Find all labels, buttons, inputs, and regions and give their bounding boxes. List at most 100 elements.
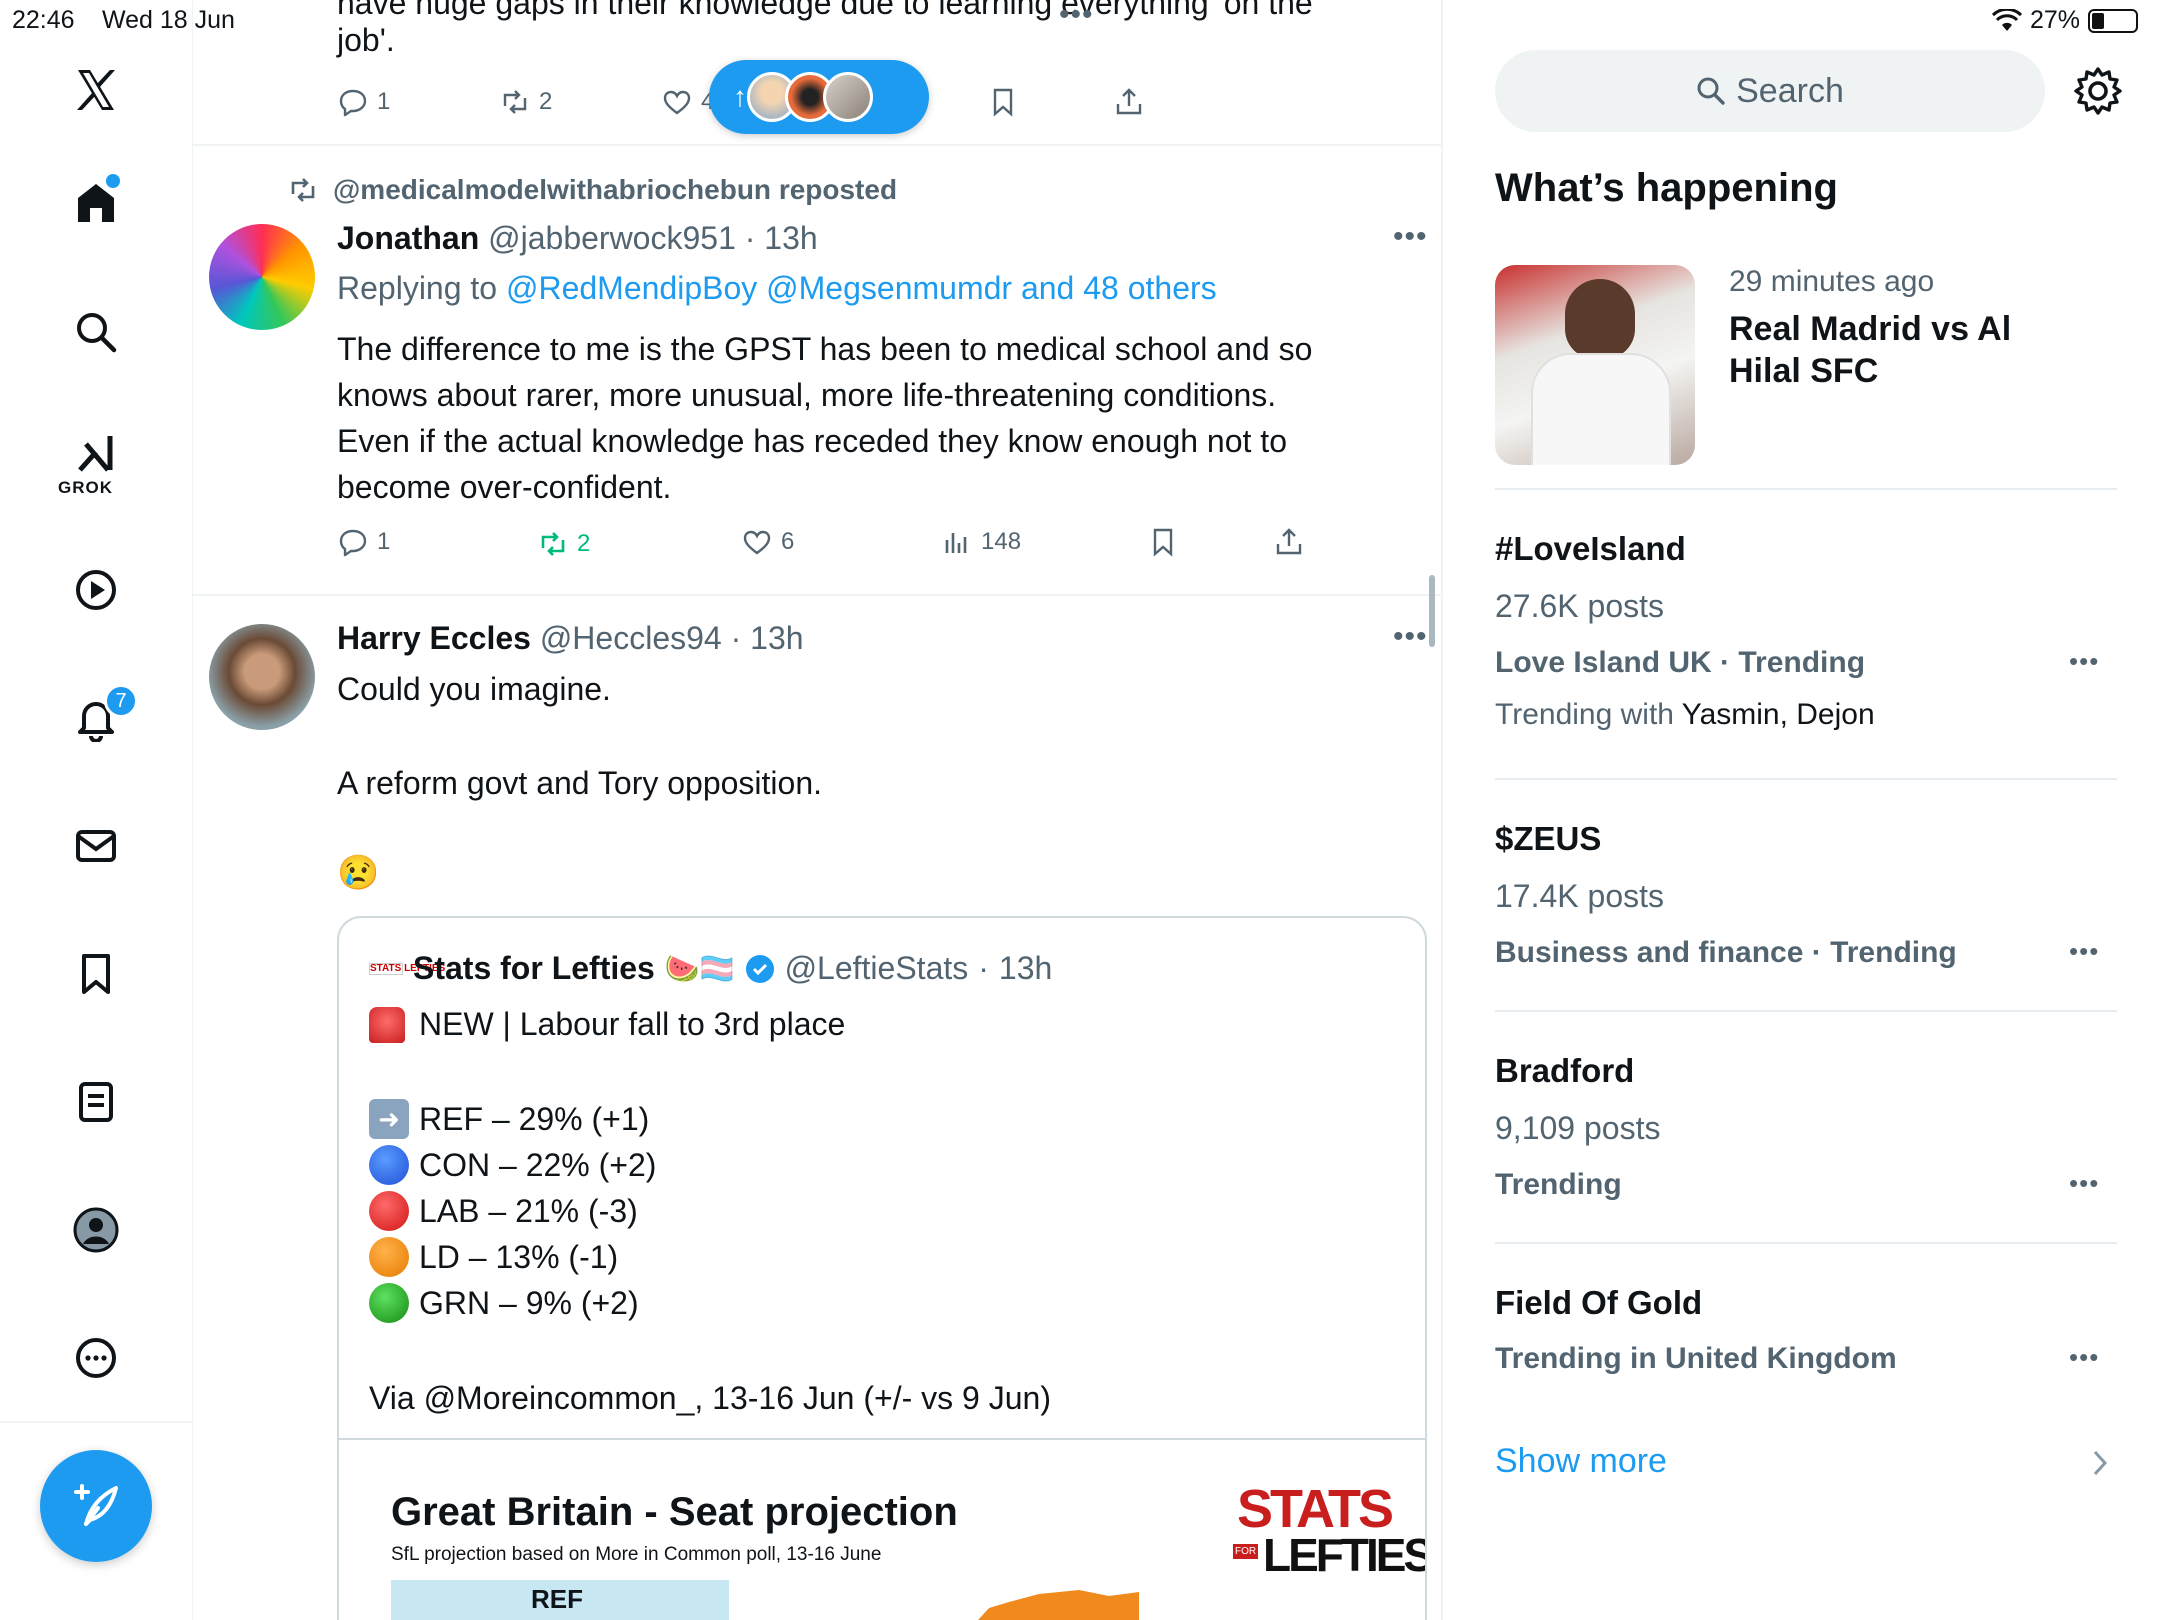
quoted-post[interactable]: STATS LEFTIES Stats for Lefties 🍉🏳️‍⚧️ @… <box>337 916 1427 1620</box>
compose-post-button[interactable] <box>40 1450 152 1562</box>
news-title-line[interactable]: Hilal SFC <box>1729 352 1878 391</box>
timeline: have huge gaps in their knowledge due to… <box>193 0 1443 1620</box>
quote-author-name[interactable]: Stats for Lefties <box>413 950 655 987</box>
news-title-line[interactable]: Real Madrid vs Al <box>1729 310 2011 349</box>
status-time: 22:46 <box>12 6 75 34</box>
x-logo-icon[interactable] <box>68 62 124 118</box>
reply-button[interactable]: 1 <box>337 86 390 118</box>
avatar[interactable] <box>209 224 315 330</box>
replying-to: Replying to @RedMendipBoy @Megsenmumdr a… <box>337 270 1217 307</box>
bookmark-button[interactable] <box>1147 526 1179 558</box>
messages-icon[interactable] <box>68 818 124 874</box>
trend-meta: Trending in United Kingdom <box>1495 1342 1897 1375</box>
logo-for: FOR <box>1233 1544 1259 1559</box>
replying-label: Replying to <box>337 270 498 306</box>
like-button[interactable]: 6 <box>741 526 794 558</box>
seat-projection-image[interactable]: Great Britain - Seat projection SfL proj… <box>339 1440 1425 1620</box>
orange-circle-icon <box>369 1237 409 1277</box>
author-name[interactable]: Jonathan <box>337 220 479 256</box>
status-bar: 22:46 Wed 18 Jun 27% <box>0 0 2160 40</box>
whats-happening-title: What’s happening <box>1495 166 1838 210</box>
red-circle-icon <box>369 1191 409 1231</box>
like-button[interactable]: 4 <box>661 86 714 118</box>
repost-button[interactable]: 2 <box>537 528 590 560</box>
poll-result-text: REF – 29% (+1) <box>419 1101 650 1137</box>
repost-icon <box>541 532 565 556</box>
trend-meta: Love Island UK · Trending <box>1495 646 1866 679</box>
poll-result-row: LAB – 21% (-3) <box>369 1188 656 1234</box>
post-more-icon[interactable]: ••• <box>1393 220 1428 254</box>
trend-meta: Business and finance · Trending <box>1495 936 1957 969</box>
bookmark-button[interactable] <box>987 86 1019 118</box>
post-text-line: become over-confident. <box>337 469 672 505</box>
trend-posts: 9,109 posts <box>1495 1110 1661 1146</box>
trend-with-label: Trending with <box>1495 698 1674 731</box>
poll-result-text: LAB – 21% (-3) <box>419 1193 638 1229</box>
post-time[interactable]: 13h <box>764 220 817 256</box>
trend-posts: 27.6K posts <box>1495 588 1664 624</box>
trend-more-icon[interactable]: ••• <box>2069 1342 2099 1373</box>
video-icon[interactable] <box>68 562 124 618</box>
grok-label: GROK <box>58 478 113 497</box>
views-button[interactable]: 148 <box>941 526 1021 558</box>
reply-count: 1 <box>377 88 391 115</box>
post-text-line: The difference to me is the GPST has bee… <box>337 331 1313 367</box>
avatar[interactable] <box>209 624 315 730</box>
trend-more-icon[interactable]: ••• <box>2069 936 2099 967</box>
status-date: Wed 18 Jun <box>102 6 235 34</box>
poll-result-row: CON – 22% (+2) <box>369 1142 656 1188</box>
author-handle[interactable]: @jabberwock951 <box>488 220 736 256</box>
author-handle[interactable]: @Heccles94 <box>540 620 722 656</box>
trend-more-icon[interactable]: ••• <box>2069 646 2099 677</box>
reply-count: 1 <box>377 528 391 555</box>
views-icon <box>945 533 967 553</box>
share-button[interactable] <box>1113 86 1145 118</box>
quote-author-handle[interactable]: @LeftieStats <box>785 950 969 987</box>
siren-icon <box>369 1006 405 1043</box>
profile-icon[interactable] <box>68 1202 124 1258</box>
compose-icon <box>74 1484 118 1526</box>
right-sidebar: Search What’s happening 29 minutes ago R… <box>1443 0 2160 1620</box>
bookmark-icon <box>993 88 1013 117</box>
trend-separator <box>1495 1242 2117 1244</box>
search-input[interactable]: Search <box>1495 50 2045 132</box>
search-icon <box>1697 77 1725 105</box>
lists-icon[interactable] <box>68 1074 124 1130</box>
like-count: 6 <box>781 528 795 555</box>
logo-lefties: LEFTIES <box>1263 1529 1427 1581</box>
quote-headline-text: NEW | Labour fall to 3rd place <box>419 1006 846 1042</box>
card-subtitle: SfL projection based on More in Common p… <box>391 1544 882 1565</box>
heart-icon <box>663 90 691 115</box>
trend-title: #LoveIsland <box>1495 530 1686 567</box>
post-more-icon[interactable]: ••• <box>1393 620 1428 654</box>
scrollbar[interactable] <box>1429 575 1435 647</box>
bookmarks-icon[interactable] <box>68 946 124 1002</box>
verified-badge-icon <box>745 954 774 983</box>
more-options-icon[interactable] <box>68 1330 124 1386</box>
search-placeholder: Search <box>1736 71 1844 110</box>
trend-more-icon[interactable]: ••• <box>2069 1168 2099 1199</box>
ref-bar-label: REF <box>531 1584 583 1614</box>
stats-for-lefties-card-logo: STATS FOR LEFTIES <box>1233 1478 1425 1588</box>
news-image[interactable] <box>1495 265 1695 465</box>
poll-result-row: ➜ REF – 29% (+1) <box>369 1096 656 1142</box>
battery-percent: 27% <box>2029 6 2080 34</box>
avatar <box>823 72 873 122</box>
grok-icon[interactable] <box>68 426 124 482</box>
repost-context: @medicalmodelwithabriochebun reposted <box>285 174 897 206</box>
trend-separator <box>1495 488 2117 490</box>
show-more-link[interactable]: Show more <box>1495 1442 1667 1481</box>
search-icon[interactable] <box>68 304 124 360</box>
new-posts-pill[interactable]: ↑ <box>709 60 929 134</box>
settings-gear-icon[interactable] <box>2071 64 2125 118</box>
post-time[interactable]: 13h <box>750 620 803 656</box>
replying-to-users[interactable]: @RedMendipBoy @Megsenmumdr and 48 others <box>506 270 1217 306</box>
repost-button[interactable]: 2 <box>499 86 552 118</box>
poll-result-row: LD – 13% (-1) <box>369 1234 656 1280</box>
author-name[interactable]: Harry Eccles <box>337 620 531 656</box>
reply-button[interactable]: 1 <box>337 526 390 558</box>
heart-icon <box>743 530 771 555</box>
post-header: Jonathan @jabberwock951 · 13h <box>337 220 818 256</box>
share-button[interactable] <box>1273 526 1305 558</box>
post-text-line: Even if the actual knowledge has receded… <box>337 423 1287 459</box>
